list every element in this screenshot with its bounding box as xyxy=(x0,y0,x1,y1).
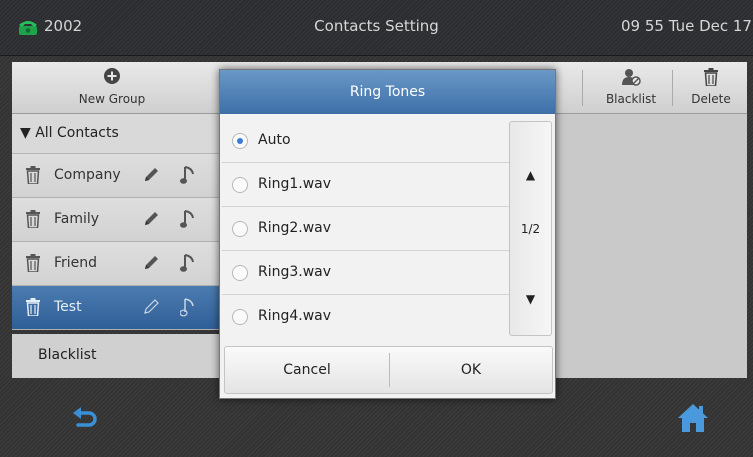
ringtone-label: Ring3.wav xyxy=(258,264,332,280)
group-row-family[interactable]: Family xyxy=(12,198,222,242)
status-bar: 2002 Contacts Setting 09 55 Tue Dec 17 xyxy=(0,0,753,56)
phone-screen: 2002 Contacts Setting 09 55 Tue Dec 17 N… xyxy=(0,0,753,457)
group-name: Family xyxy=(54,211,100,227)
new-group-label: New Group xyxy=(78,92,146,106)
ringtone-option-ring3[interactable]: Ring3.wav xyxy=(222,251,510,295)
add-icon xyxy=(104,68,120,84)
cancel-button[interactable]: Cancel xyxy=(225,347,389,393)
group-row-company[interactable]: Company xyxy=(12,154,222,198)
all-contacts-item[interactable]: ▼ All Contacts xyxy=(12,114,222,154)
music-note-icon[interactable] xyxy=(180,208,196,230)
ringtone-option-ring2[interactable]: Ring2.wav xyxy=(222,207,510,251)
pencil-icon[interactable] xyxy=(142,254,160,272)
page-indicator: 1/2 xyxy=(520,222,541,236)
blacklist-label: Blacklist xyxy=(605,92,657,106)
blacklist-user-icon xyxy=(622,69,641,86)
delete-button[interactable]: Delete xyxy=(676,62,746,114)
trash-icon[interactable] xyxy=(26,254,40,272)
pencil-icon[interactable] xyxy=(142,210,160,228)
all-contacts-text: All Contacts xyxy=(35,125,119,141)
toolbar-divider xyxy=(672,70,673,106)
page-scroller: ▲ 1/2 ▼ xyxy=(509,121,552,336)
new-group-button[interactable]: New Group xyxy=(12,62,212,114)
trash-icon[interactable] xyxy=(26,166,40,184)
radio-button[interactable] xyxy=(232,309,248,325)
pencil-icon[interactable] xyxy=(142,166,160,184)
group-row-test[interactable]: Test xyxy=(12,286,222,330)
radio-button[interactable] xyxy=(232,133,248,149)
dialog-title: Ring Tones xyxy=(220,70,555,114)
radio-button[interactable] xyxy=(232,177,248,193)
group-list: ▼ All Contacts Company Family Friend Tes… xyxy=(12,114,222,378)
group-row-friend[interactable]: Friend xyxy=(12,242,222,286)
ringtone-option-ring1[interactable]: Ring1.wav xyxy=(222,163,510,207)
radio-button[interactable] xyxy=(232,221,248,237)
ringtone-label: Ring1.wav xyxy=(258,176,332,192)
ringtone-option-ring4[interactable]: Ring4.wav xyxy=(222,295,510,339)
ok-button[interactable]: OK xyxy=(390,347,552,393)
page-down-button[interactable]: ▼ xyxy=(510,292,551,306)
group-name: Company xyxy=(54,167,121,183)
ringtone-option-auto[interactable]: Auto xyxy=(222,119,510,163)
group-name: Friend xyxy=(54,255,98,271)
ring-tones-dialog: Ring Tones Auto Ring1.wav Ring2.wav Ring… xyxy=(219,69,556,399)
radio-button[interactable] xyxy=(232,265,248,281)
blacklist-item[interactable]: Blacklist xyxy=(12,334,222,378)
music-note-icon[interactable] xyxy=(180,164,196,186)
trash-icon xyxy=(704,68,718,86)
delete-label: Delete xyxy=(691,92,731,106)
dialog-button-bar: Cancel OK xyxy=(224,346,553,394)
back-icon[interactable] xyxy=(70,404,100,434)
music-note-icon[interactable] xyxy=(180,252,196,274)
music-note-icon[interactable] xyxy=(180,296,196,318)
pencil-icon[interactable] xyxy=(142,298,160,316)
page-up-button[interactable]: ▲ xyxy=(510,168,551,182)
blacklist-button[interactable]: Blacklist xyxy=(594,62,668,114)
status-time: 09 55 Tue Dec 17 xyxy=(621,17,752,35)
ringtone-label: Ring2.wav xyxy=(258,220,332,236)
home-icon[interactable] xyxy=(676,402,710,434)
blacklist-item-label: Blacklist xyxy=(38,347,97,363)
toolbar-divider xyxy=(582,70,583,106)
ringtone-label: Ring4.wav xyxy=(258,308,332,324)
group-name: Test xyxy=(54,299,82,315)
all-contacts-label: ▼ All Contacts xyxy=(20,125,119,141)
trash-icon[interactable] xyxy=(26,210,40,228)
ringtone-label: Auto xyxy=(258,132,291,148)
trash-icon[interactable] xyxy=(26,298,40,316)
